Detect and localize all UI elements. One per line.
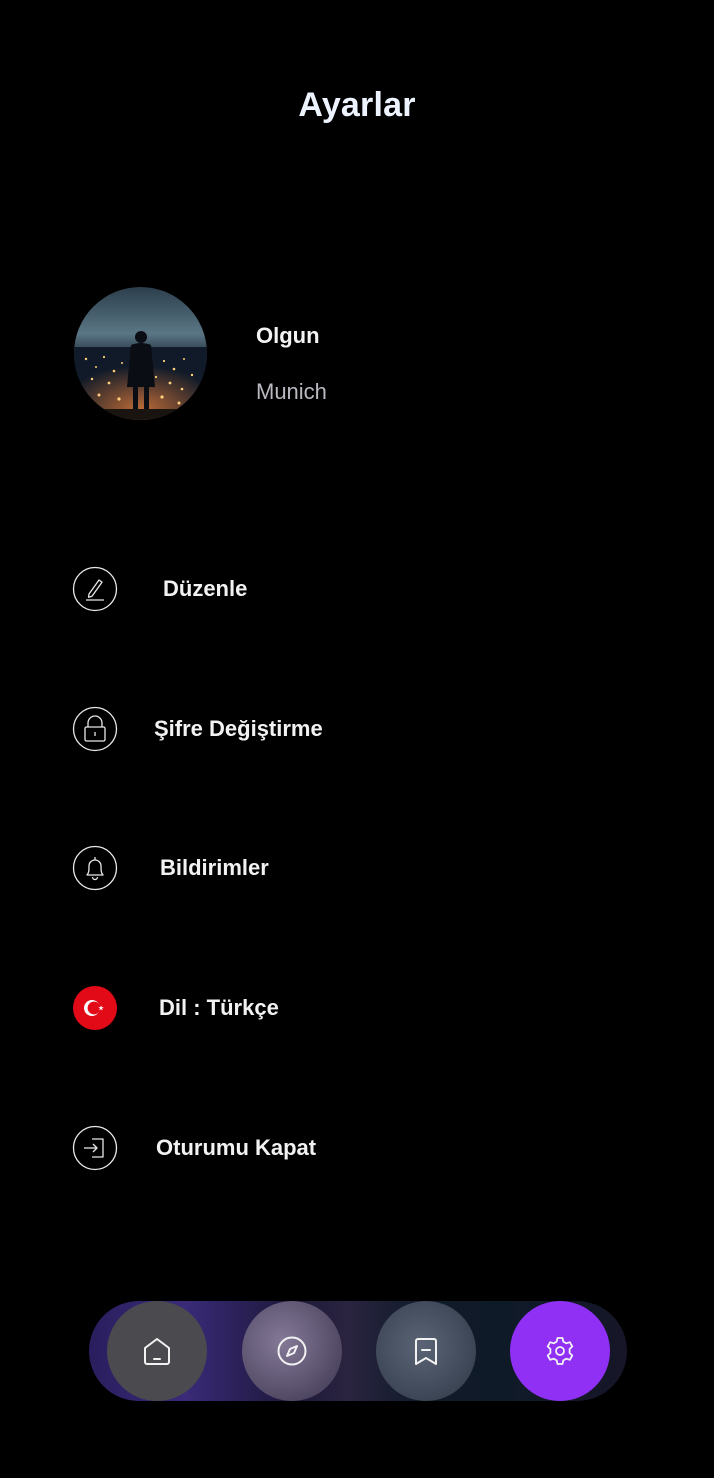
compass-icon: [277, 1336, 307, 1366]
menu-item-edit[interactable]: Düzenle: [72, 566, 632, 612]
menu-item-label: Dil : Türkçe: [159, 995, 279, 1020]
lock-icon: [72, 706, 118, 752]
menu-item-language[interactable]: Dil : Türkçe: [72, 985, 632, 1031]
turkey-flag-icon: [72, 985, 118, 1031]
menu-item-label: Oturumu Kapat: [156, 1135, 317, 1160]
settings-screen: Ayarlar Olgun Munich Düzenle Şifre Değiş…: [0, 0, 714, 1478]
home-icon: [144, 1338, 170, 1365]
bell-icon: [72, 845, 118, 891]
pencil-icon: [72, 566, 118, 612]
profile-location: Munich: [256, 379, 327, 404]
logout-icon: [72, 1125, 118, 1171]
nav-home-button[interactable]: [107, 1301, 207, 1401]
menu-item-change-password[interactable]: Şifre Değiştirme: [72, 706, 632, 752]
nav-saved-button[interactable]: [376, 1301, 476, 1401]
nav-settings-button[interactable]: [510, 1301, 610, 1401]
nav-explore-button[interactable]: [242, 1301, 342, 1401]
profile-name: Olgun: [256, 323, 320, 348]
page-title: Ayarlar: [298, 86, 416, 124]
profile-section: Olgun Munich: [74, 287, 474, 421]
avatar[interactable]: [74, 287, 207, 420]
menu-item-label: Bildirimler: [160, 855, 269, 880]
avatar-image: [74, 287, 207, 420]
menu-item-logout[interactable]: Oturumu Kapat: [72, 1125, 632, 1171]
menu-item-label: Şifre Değiştirme: [154, 716, 323, 741]
bottom-nav: [89, 1301, 627, 1401]
menu-item-notifications[interactable]: Bildirimler: [72, 845, 632, 891]
menu-item-label: Düzenle: [163, 576, 248, 601]
bookmark-icon: [415, 1338, 437, 1365]
gear-icon: [546, 1337, 574, 1365]
